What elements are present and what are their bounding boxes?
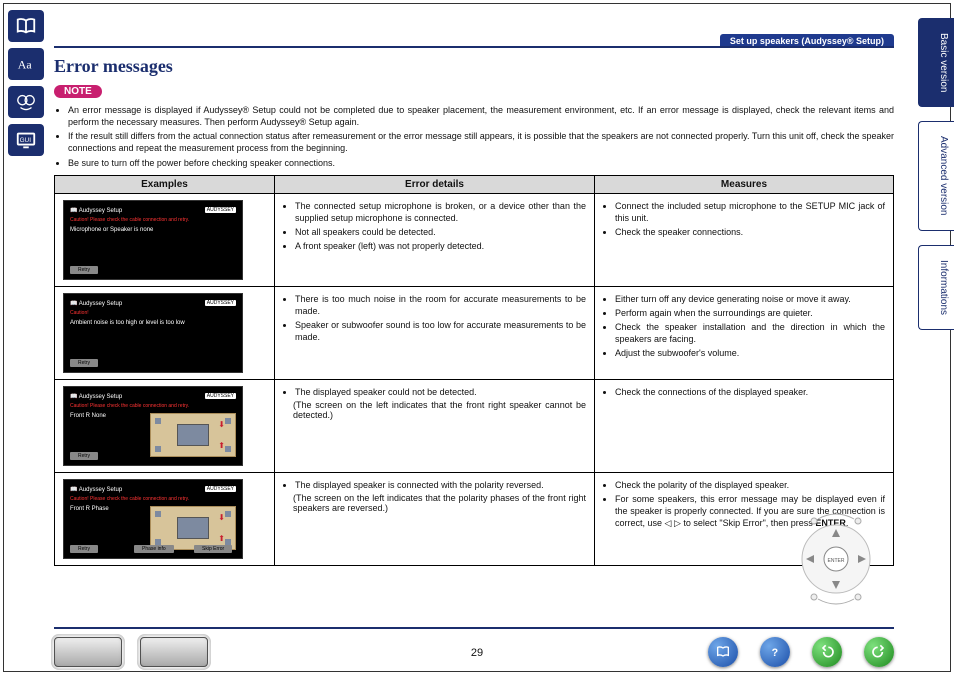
measure-item: Check the speaker installation and the d… (615, 321, 885, 345)
font-size-icon[interactable]: Aa (8, 48, 44, 80)
screen-mock: 📖 Audyssey SetupAUDYSSEYCaution!Ambient … (63, 293, 243, 373)
svg-text:GUI: GUI (20, 137, 32, 144)
detail-item: The connected setup microphone is broken… (295, 200, 586, 224)
footer-divider (54, 627, 894, 629)
detail-sub: (The screen on the left indicates that t… (293, 400, 586, 420)
svg-text:?: ? (772, 647, 779, 659)
measure-item: Connect the included setup microphone to… (615, 200, 885, 224)
detail-sub: (The screen on the left indicates that t… (293, 493, 586, 513)
details-cell: The displayed speaker could not be detec… (275, 379, 595, 472)
measure-item: Adjust the subwoofer's volume. (615, 347, 885, 359)
history-back-icon[interactable] (812, 637, 842, 667)
help-icon[interactable]: ? (760, 637, 790, 667)
receiver-rear-icon[interactable] (140, 637, 208, 667)
measures-cell: Either turn off any device generating no… (595, 286, 894, 379)
details-cell: There is too much noise in the room for … (275, 286, 595, 379)
table-row: 📖 Audyssey SetupAUDYSSEYCaution! Please … (55, 379, 894, 472)
error-table: Examples Error details Measures 📖 Audyss… (54, 175, 894, 566)
measures-cell: Connect the included setup microphone to… (595, 193, 894, 286)
tab-advanced-version[interactable]: Advanced version (918, 121, 954, 231)
svg-text:Aa: Aa (18, 58, 33, 72)
intro-item: An error message is displayed if Audysse… (68, 104, 894, 128)
detail-item: The displayed speaker is connected with … (295, 479, 586, 491)
tab-informations[interactable]: Informations (918, 245, 954, 330)
note-badge: NOTE (54, 85, 102, 98)
detail-item: A front speaker (left) was not properly … (295, 240, 586, 252)
intro-item: Be sure to turn off the power before che… (68, 157, 894, 169)
example-cell: 📖 Audyssey SetupAUDYSSEYCaution! Please … (55, 379, 275, 472)
footer-device-icons (54, 637, 208, 667)
intro-item: If the result still differs from the act… (68, 130, 894, 154)
measure-item: Perform again when the surroundings are … (615, 307, 885, 319)
table-row: 📖 Audyssey SetupAUDYSSEYCaution!Ambient … (55, 286, 894, 379)
intro-list: An error message is displayed if Audysse… (54, 104, 894, 169)
col-measures: Measures (595, 175, 894, 193)
tab-basic-version[interactable]: Basic version (918, 18, 954, 107)
detail-item: Speaker or subwoofer sound is too low fo… (295, 319, 586, 343)
open-book-icon[interactable] (8, 10, 44, 42)
gui-icon[interactable]: GUI (8, 124, 44, 156)
col-details: Error details (275, 175, 595, 193)
details-cell: The displayed speaker is connected with … (275, 472, 595, 565)
measure-item: Check the connections of the displayed s… (615, 386, 885, 398)
history-forward-icon[interactable] (864, 637, 894, 667)
main-content: Error messages NOTE An error message is … (54, 46, 894, 566)
example-cell: 📖 Audyssey SetupAUDYSSEYCaution! Please … (55, 193, 275, 286)
page-number: 29 (471, 647, 483, 659)
theme-mask-icon[interactable] (8, 86, 44, 118)
table-row: 📖 Audyssey SetupAUDYSSEYCaution! Please … (55, 472, 894, 565)
section-tabs: Basic version Advanced version Informati… (918, 18, 954, 330)
screen-mock: 📖 Audyssey SetupAUDYSSEYCaution! Please … (63, 200, 243, 280)
measure-item: Either turn off any device generating no… (615, 293, 885, 305)
svg-text:ENTER: ENTER (828, 558, 845, 564)
measures-cell: Check the connections of the displayed s… (595, 379, 894, 472)
remote-dpad-diagram: ENTER (786, 513, 886, 605)
details-cell: The connected setup microphone is broken… (275, 193, 595, 286)
left-icon-rail: Aa GUI (8, 10, 44, 156)
detail-item: The displayed speaker could not be detec… (295, 386, 586, 398)
screen-mock: 📖 Audyssey SetupAUDYSSEYCaution! Please … (63, 479, 243, 559)
example-cell: 📖 Audyssey SetupAUDYSSEYCaution! Please … (55, 472, 275, 565)
detail-item: Not all speakers could be detected. (295, 226, 586, 238)
manual-icon[interactable] (708, 637, 738, 667)
col-examples: Examples (55, 175, 275, 193)
screen-mock: 📖 Audyssey SetupAUDYSSEYCaution! Please … (63, 386, 243, 466)
measure-item: Check the polarity of the displayed spea… (615, 479, 885, 491)
measure-item: Check the speaker connections. (615, 226, 885, 238)
receiver-front-icon[interactable] (54, 637, 122, 667)
table-row: 📖 Audyssey SetupAUDYSSEYCaution! Please … (55, 193, 894, 286)
example-cell: 📖 Audyssey SetupAUDYSSEYCaution!Ambient … (55, 286, 275, 379)
footer-nav-buttons: ? (708, 637, 894, 667)
page-title: Error messages (54, 46, 894, 77)
detail-item: There is too much noise in the room for … (295, 293, 586, 317)
